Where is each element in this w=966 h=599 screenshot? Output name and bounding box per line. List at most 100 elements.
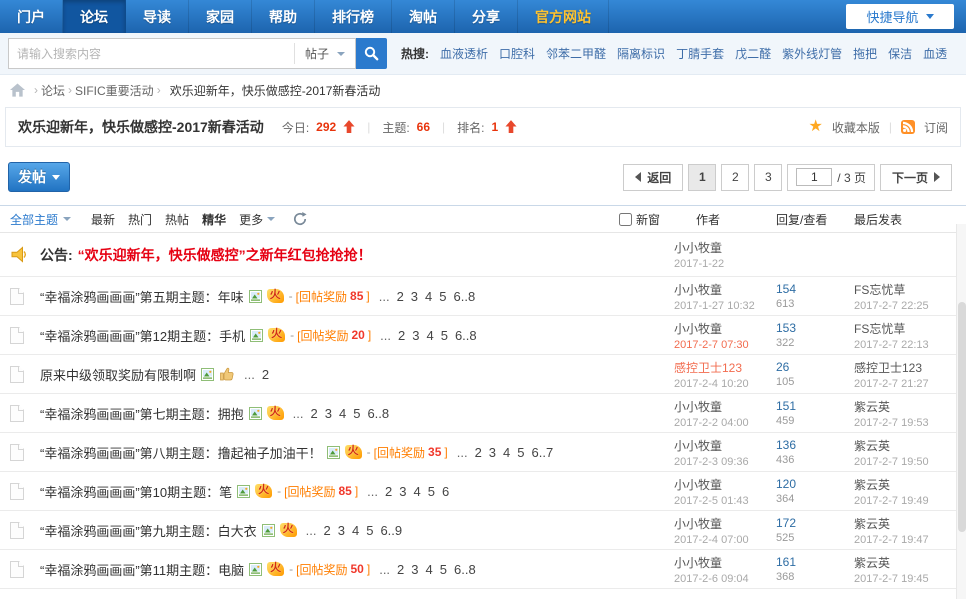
- nav-item-导读[interactable]: 导读: [126, 0, 189, 33]
- last-poster-link[interactable]: 紫云英: [854, 476, 952, 493]
- thread-page-link[interactable]: 4: [503, 445, 510, 460]
- thread-page-link[interactable]: 2: [398, 328, 405, 343]
- thread-page-link[interactable]: 3: [489, 445, 496, 460]
- thread-page-link[interactable]: 5: [439, 289, 446, 304]
- nav-item-门户[interactable]: 门户: [0, 0, 63, 33]
- filter-link-热门[interactable]: 热门: [128, 211, 152, 228]
- thread-title-link[interactable]: “幸福涂鸦画画画”第10期主题：笔: [40, 482, 232, 501]
- subscribe-link[interactable]: 订阅: [924, 119, 948, 136]
- search-button[interactable]: [356, 38, 387, 69]
- last-poster-link[interactable]: 紫云英: [854, 515, 952, 532]
- all-topics-dropdown[interactable]: 全部主题: [10, 211, 71, 228]
- reply-count-link[interactable]: 153: [776, 321, 848, 335]
- thread-page-link[interactable]: 2: [385, 484, 392, 499]
- thread-title-link[interactable]: “幸福涂鸦画画画”第五期主题：年味: [40, 287, 244, 306]
- scrollbar-thumb[interactable]: [958, 302, 966, 532]
- thread-page-link[interactable]: 5: [353, 406, 360, 421]
- new-window-toggle[interactable]: 新窗: [619, 211, 660, 228]
- thread-page-link[interactable]: 3: [325, 406, 332, 421]
- reply-count-link[interactable]: 161: [776, 555, 848, 569]
- thread-page-link[interactable]: 6..8: [454, 562, 476, 577]
- thread-page-link[interactable]: 4: [413, 484, 420, 499]
- author-link[interactable]: 小小牧童: [674, 554, 776, 571]
- thread-page-link[interactable]: 4: [352, 523, 359, 538]
- thread-title-link[interactable]: “幸福涂鸦画画画”第七期主题：拥抱: [40, 404, 244, 423]
- author-link[interactable]: 小小牧童: [674, 320, 776, 337]
- thread-page-link[interactable]: 6..8: [367, 406, 389, 421]
- thread-page-link[interactable]: 6..9: [380, 523, 402, 538]
- thread-title-link[interactable]: “幸福涂鸦画画画”第12期主题：手机: [40, 326, 245, 345]
- thread-page-link[interactable]: 4: [426, 562, 433, 577]
- breadcrumb-link[interactable]: 论坛: [41, 82, 65, 99]
- thread-page-link[interactable]: 5: [440, 562, 447, 577]
- author-link[interactable]: 小小牧童: [674, 398, 776, 415]
- page-jump-input[interactable]: [796, 168, 832, 186]
- hot-search-link[interactable]: 丁腈手套: [676, 45, 724, 62]
- author-link[interactable]: 小小牧童: [674, 281, 776, 298]
- author-link[interactable]: 小小牧童: [674, 476, 776, 493]
- filter-link-精华[interactable]: 精华: [202, 211, 226, 228]
- search-input[interactable]: [9, 40, 294, 67]
- thread-page-link[interactable]: 4: [425, 289, 432, 304]
- nav-item-家园[interactable]: 家园: [189, 0, 252, 33]
- thread-page-link[interactable]: 2: [311, 406, 318, 421]
- search-type-dropdown[interactable]: 帖子: [294, 43, 355, 64]
- last-poster-link[interactable]: 紫云英: [854, 398, 952, 415]
- nav-item-官方网站[interactable]: 官方网站: [518, 0, 609, 33]
- filter-link-最新[interactable]: 最新: [91, 211, 115, 228]
- reply-count-link[interactable]: 26: [776, 360, 848, 374]
- author-link[interactable]: 小小牧童: [674, 437, 776, 454]
- back-button[interactable]: 返回: [623, 164, 683, 191]
- new-post-button[interactable]: 发帖: [8, 162, 70, 192]
- hot-search-link[interactable]: 保洁: [888, 45, 912, 62]
- thread-title-link[interactable]: “幸福涂鸦画画画”第八期主题：撸起袖子加油干！: [40, 443, 322, 462]
- thread-page-link[interactable]: 2: [324, 523, 331, 538]
- quick-nav-button[interactable]: 快捷导航: [846, 4, 954, 29]
- thread-page-link[interactable]: 6: [442, 484, 449, 499]
- announcement-title-link[interactable]: “欢乐迎新年，快乐做感控”之新年红包抢抢抢！: [78, 245, 372, 265]
- thread-page-link[interactable]: 2: [397, 289, 404, 304]
- thread-page-link[interactable]: 5: [366, 523, 373, 538]
- more-dropdown[interactable]: 更多: [239, 211, 275, 228]
- reply-count-link[interactable]: 151: [776, 399, 848, 413]
- thread-page-link[interactable]: 3: [399, 484, 406, 499]
- reply-count-link[interactable]: 136: [776, 438, 848, 452]
- last-poster-link[interactable]: 紫云英: [854, 437, 952, 454]
- hot-search-link[interactable]: 口腔科: [499, 45, 535, 62]
- thread-page-link[interactable]: 6..8: [455, 328, 477, 343]
- page-button-2[interactable]: 2: [721, 164, 749, 191]
- hot-search-link[interactable]: 隔离标识: [617, 45, 665, 62]
- thread-page-link[interactable]: 2: [262, 367, 269, 382]
- last-poster-link[interactable]: FS忘忧草: [854, 281, 952, 298]
- reply-count-link[interactable]: 154: [776, 282, 848, 296]
- hot-search-link[interactable]: 血透: [923, 45, 947, 62]
- thread-page-link[interactable]: 2: [397, 562, 404, 577]
- next-page-button[interactable]: 下一页: [880, 164, 952, 191]
- thread-page-link[interactable]: 3: [338, 523, 345, 538]
- author-link[interactable]: 小小牧童: [674, 239, 776, 256]
- author-link[interactable]: 小小牧童: [674, 515, 776, 532]
- home-icon[interactable]: [10, 83, 25, 97]
- nav-item-分享[interactable]: 分享: [455, 0, 518, 33]
- reply-count-link[interactable]: 120: [776, 477, 848, 491]
- thread-page-link[interactable]: 5: [441, 328, 448, 343]
- favorite-forum-link[interactable]: 收藏本版: [832, 119, 880, 136]
- author-link[interactable]: 感控卫士123: [674, 359, 776, 376]
- breadcrumb-link[interactable]: SIFIC重要活动: [75, 82, 154, 99]
- thread-page-link[interactable]: 4: [426, 328, 433, 343]
- thread-page-link[interactable]: 3: [411, 562, 418, 577]
- new-window-checkbox[interactable]: [619, 213, 632, 226]
- nav-item-论坛[interactable]: 论坛: [63, 0, 126, 33]
- thread-page-link[interactable]: 2: [475, 445, 482, 460]
- thread-title-link[interactable]: 原来中级领取奖励有限制啊: [40, 365, 196, 384]
- last-poster-link[interactable]: FS忘忧草: [854, 320, 952, 337]
- hot-search-link[interactable]: 拖把: [853, 45, 877, 62]
- thread-page-link[interactable]: 3: [411, 289, 418, 304]
- thread-page-link[interactable]: 4: [339, 406, 346, 421]
- thread-title-link[interactable]: “幸福涂鸦画画画”第11期主题：电脑: [40, 560, 244, 579]
- thread-page-link[interactable]: 5: [517, 445, 524, 460]
- page-button-1[interactable]: 1: [688, 164, 716, 191]
- thread-page-link[interactable]: 5: [428, 484, 435, 499]
- hot-search-link[interactable]: 戊二醛: [735, 45, 771, 62]
- thread-page-link[interactable]: 6..7: [532, 445, 554, 460]
